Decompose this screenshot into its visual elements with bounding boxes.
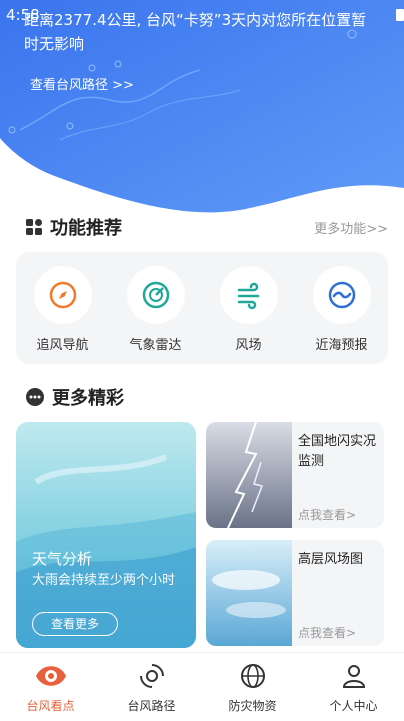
features-header: 功能推荐	[26, 214, 122, 240]
features-title: 功能推荐	[50, 218, 122, 239]
radar-icon	[142, 281, 169, 309]
feature-label: 风场	[235, 338, 262, 353]
globe-icon	[240, 664, 265, 688]
tab-label: 防灾物资	[228, 699, 277, 713]
sky-image	[206, 540, 292, 646]
weather-card-title: 天气分析	[32, 550, 93, 568]
tab-profile[interactable]: 个人中心	[303, 661, 404, 714]
hero-banner: 4:58 距离2377.4公里, 台风“卡努”3天内对您所在位置暂时无影响 查看…	[0, 0, 404, 230]
wind-icon	[237, 282, 259, 310]
sea-forecast-icon	[328, 281, 355, 309]
typhoon-path-icon	[139, 664, 164, 688]
typhoon-eye-icon	[35, 666, 66, 686]
tab-typhoon-path[interactable]: 台风路径	[101, 661, 202, 714]
grid-icon	[26, 219, 42, 235]
feature-item-wind[interactable]: 风场	[202, 266, 295, 353]
features-card: 追风导航 气象雷达 风场 近海预报	[16, 252, 388, 364]
wind-card-title: 高层风场图	[298, 552, 364, 567]
battery-icon	[396, 9, 404, 21]
feature-label: 气象雷达	[129, 338, 182, 353]
feature-label: 近海预报	[315, 338, 368, 353]
lightning-image	[206, 422, 292, 528]
lightning-card-link[interactable]: 点我查看>	[298, 506, 356, 523]
feature-item-navigation[interactable]: 追风导航	[16, 266, 109, 353]
lightning-monitor-card[interactable]: 全国地闪实况监测 点我查看>	[206, 422, 384, 528]
view-typhoon-route-link[interactable]: 查看台风路径 >>	[30, 74, 134, 93]
user-icon	[342, 665, 365, 688]
feature-item-radar[interactable]: 气象雷达	[109, 266, 202, 353]
lightning-card-title: 全国地闪实况监测	[298, 434, 377, 469]
tab-label: 台风路径	[127, 699, 176, 713]
feature-label: 追风导航	[36, 338, 89, 353]
highlights-title: 更多精彩	[52, 388, 124, 409]
upper-wind-card[interactable]: 高层风场图 点我查看>	[206, 540, 384, 646]
highlights-header: 更多精彩	[26, 384, 124, 410]
more-features-link[interactable]: 更多功能>>	[314, 218, 388, 237]
typhoon-alert-text: 距离2377.4公里, 台风“卡努”3天内对您所在位置暂时无影响	[24, 11, 367, 53]
tab-label: 台风看点	[26, 699, 75, 713]
tab-disaster-supplies[interactable]: 防灾物资	[202, 661, 303, 714]
weather-card-subtitle: 大雨会持续至少两个小时	[32, 573, 176, 588]
feature-item-sea-forecast[interactable]: 近海预报	[295, 266, 388, 353]
view-more-button[interactable]: 查看更多	[32, 612, 118, 636]
tab-label: 个人中心	[329, 699, 378, 713]
more-dots-icon	[26, 388, 44, 406]
tab-typhoon-highlights[interactable]: 台风看点	[0, 661, 101, 714]
bottom-tab-bar: 台风看点 台风路径 防灾物资 个人中心	[0, 652, 404, 721]
compass-icon	[49, 281, 76, 309]
wind-card-link[interactable]: 点我查看>	[298, 624, 356, 641]
